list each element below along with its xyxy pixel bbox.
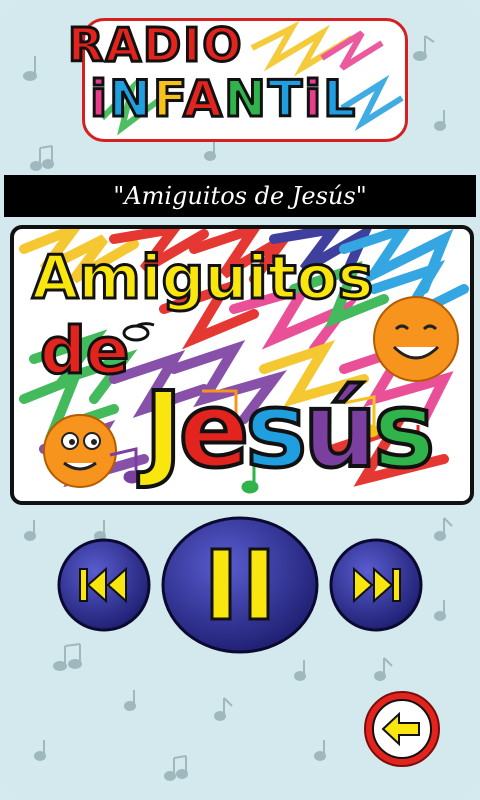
logo-text-radio: RADIO — [66, 17, 244, 74]
next-button[interactable] — [328, 537, 424, 633]
app-screen: RADIO iNFANTiL "Amiguitos de Jesús" Amig… — [0, 0, 480, 800]
station-title: "Amiguitos de Jesús" — [4, 175, 476, 217]
cover-title-line3: Jesús — [142, 367, 437, 493]
previous-button[interactable] — [56, 537, 152, 633]
skip-next-icon — [329, 538, 423, 632]
radio-infantil-logo: RADIO iNFANTiL — [62, 8, 418, 144]
logo-text-infantil: iNFANTiL — [88, 69, 358, 130]
station-cover-art: Amiguitos de Jesús — [10, 225, 474, 505]
playback-controls — [0, 515, 480, 665]
arrow-left-icon — [364, 691, 440, 767]
skip-previous-icon — [57, 538, 151, 632]
cover-title-line1: Amiguitos — [30, 242, 374, 315]
pause-icon — [161, 516, 319, 654]
back-button[interactable] — [363, 690, 441, 768]
pause-button[interactable] — [160, 515, 320, 655]
smiley-face-icon — [43, 414, 117, 488]
cover-title-line2: de — [38, 314, 130, 391]
